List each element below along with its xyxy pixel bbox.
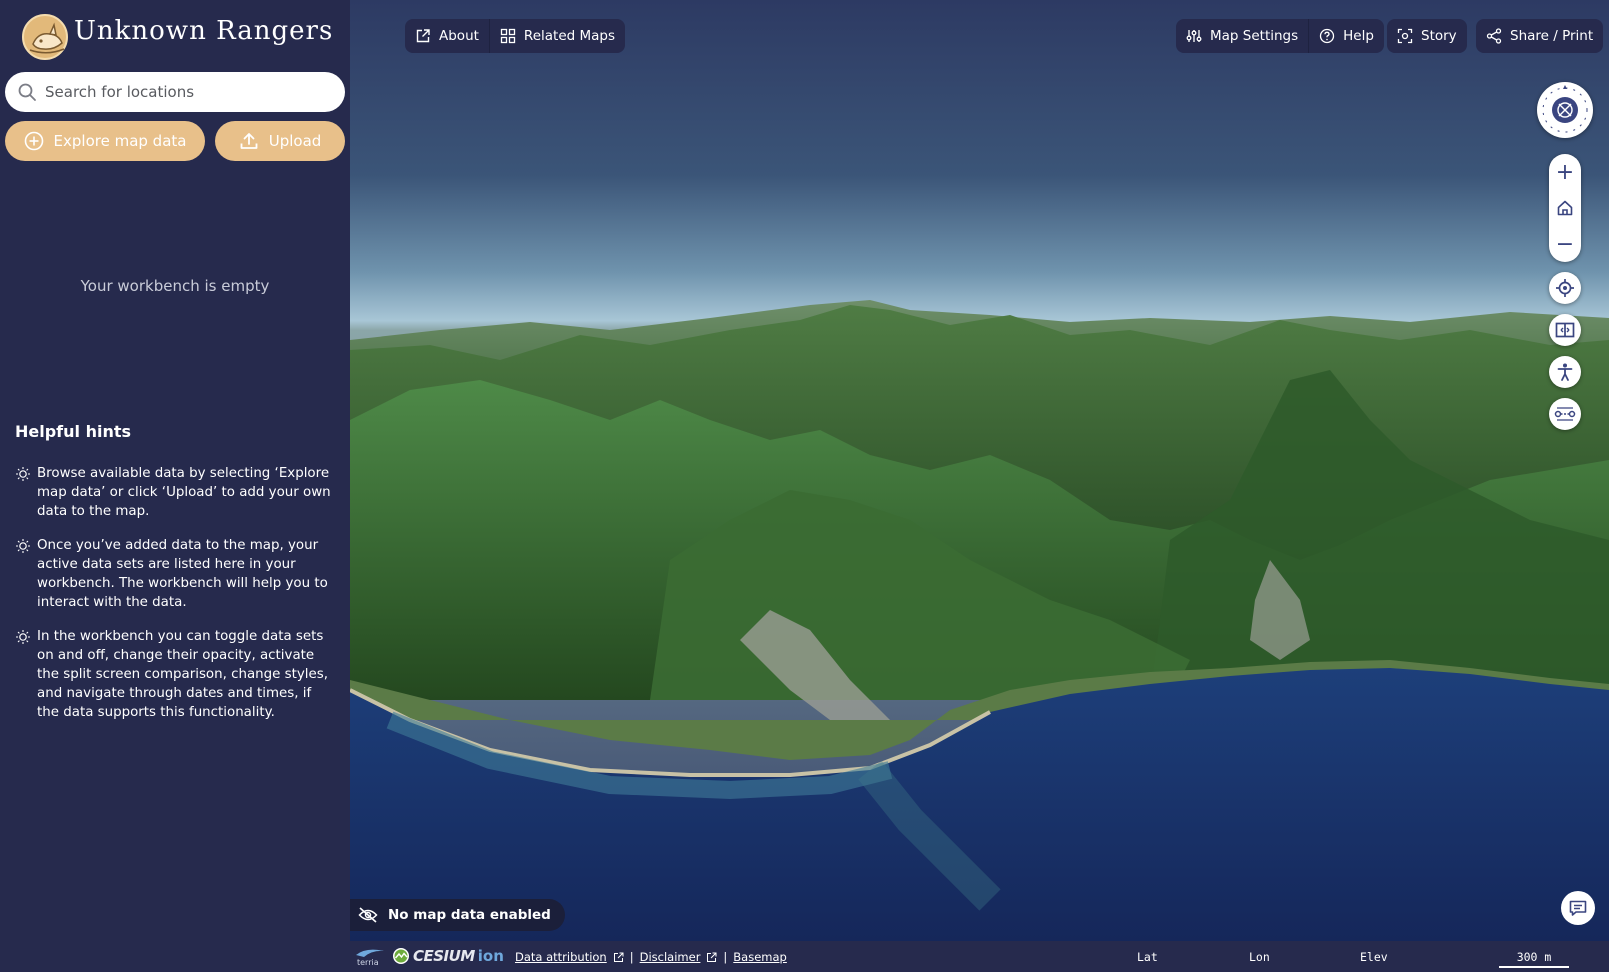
share-icon [1486,28,1502,44]
toolbar-left: About Related Maps [405,19,626,53]
hint-item: Once you’ve added data to the map, your … [15,536,337,612]
map-viewport[interactable]: About Related Maps Map Settings Help Sto… [350,0,1609,972]
home-button[interactable] [1549,190,1581,226]
elevation-label: Elev [1360,950,1388,964]
accessibility-icon [1557,363,1573,381]
data-attribution-link[interactable]: Data attribution [515,950,607,964]
hint-text: Browse available data by selecting ‘Expl… [37,466,331,519]
eye-off-icon [358,907,378,923]
no-map-data-label: No map data enabled [388,907,551,923]
locate-icon [1556,279,1574,297]
split-screen-button[interactable] [1549,314,1581,346]
workbench-sidebar: Unknown Rangers ✕ Explore map data Uploa… [0,0,379,972]
distance-scale-label: 300 m [1516,950,1552,964]
story-label: Story [1421,28,1457,44]
search-input[interactable] [45,72,335,112]
zoom-controls: + − [1549,154,1581,262]
story-icon [1397,28,1413,44]
cesium-logo-icon [393,948,409,964]
related-maps-label: Related Maps [523,28,616,44]
hint-item: Browse available data by selecting ‘Expl… [15,464,337,521]
separator: | [629,950,634,964]
explore-map-data-button[interactable]: Explore map data [5,121,205,161]
zoom-in-button[interactable]: + [1549,154,1581,190]
about-label: About [439,28,479,44]
story-group: Story [1387,19,1467,53]
help-icon [1320,28,1335,44]
hint-item: In the workbench you can toggle data set… [15,627,337,722]
terria-logo[interactable]: terria [354,945,386,970]
ion-wordmark: ion [477,947,504,965]
svg-text:terria: terria [357,958,379,967]
external-link-icon [416,29,430,43]
distance-scale-bar [1499,966,1569,968]
map-settings-help-group: Map Settings Help [1176,19,1384,53]
feedback-icon [1569,900,1587,916]
sliders-icon [1186,30,1202,42]
brand-header: Unknown Rangers ✕ [0,0,379,66]
measure-icon [1554,407,1576,421]
disclaimer-link[interactable]: Disclaimer [640,950,701,964]
help-label: Help [1343,28,1374,44]
grid-icon [500,28,516,44]
accessibility-button[interactable] [1549,356,1581,388]
credit-links: Data attribution | Disclaimer | Basemap [515,950,787,964]
upload-button[interactable]: Upload [215,121,345,161]
brand-title: Unknown Rangers [74,16,334,46]
help-button[interactable]: Help [1309,19,1384,53]
my-location-button[interactable] [1549,272,1581,304]
hint-text: In the workbench you can toggle data set… [37,629,329,720]
separator: | [723,950,728,964]
feedback-button[interactable] [1561,891,1595,925]
workbench-empty-message: Your workbench is empty [80,277,270,295]
cesium-wordmark: CESIUM [413,947,475,965]
share-print-button[interactable]: Share / Print [1476,19,1603,53]
measure-tool-button[interactable] [1549,398,1581,430]
search-icon [18,83,36,101]
related-maps-button[interactable]: Related Maps [490,19,625,53]
lightbulb-icon [16,539,30,553]
latitude-label: Lat [1137,950,1158,964]
terrain-imagery [350,300,1609,941]
share-print-label: Share / Print [1510,28,1594,44]
lightbulb-icon [16,467,30,481]
map-settings-label: Map Settings [1210,28,1299,44]
no-map-data-indicator: No map data enabled [350,899,565,931]
lightbulb-icon [16,630,30,644]
about-button[interactable]: About [405,19,489,53]
external-link-icon [707,952,717,962]
helpful-hints-title: Helpful hints [15,422,132,441]
split-screen-icon [1555,322,1575,338]
minus-icon: − [1555,231,1575,257]
share-group: Share / Print [1476,19,1604,53]
logo [22,14,68,60]
compass-control[interactable] [1537,82,1593,138]
explore-label: Explore map data [53,132,187,150]
upload-label: Upload [268,132,322,150]
story-button[interactable]: Story [1387,19,1467,53]
basemap-link[interactable]: Basemap [733,950,787,964]
plus-icon: + [1555,159,1575,185]
upload-icon [240,133,258,149]
longitude-label: Lon [1249,950,1270,964]
map-status-bar: terria CESIUM ion Data attribution | Dis… [350,941,1609,972]
location-search [5,72,345,112]
external-link-icon [613,952,624,962]
map-settings-button[interactable]: Map Settings [1176,19,1308,53]
home-icon [1557,200,1573,216]
zoom-out-button[interactable]: − [1549,226,1581,262]
cesium-ion-logo[interactable]: CESIUM ion [392,947,504,965]
compass-icon [1552,97,1578,123]
add-circle-icon [24,131,43,151]
hint-text: Once you’ve added data to the map, your … [37,538,328,610]
